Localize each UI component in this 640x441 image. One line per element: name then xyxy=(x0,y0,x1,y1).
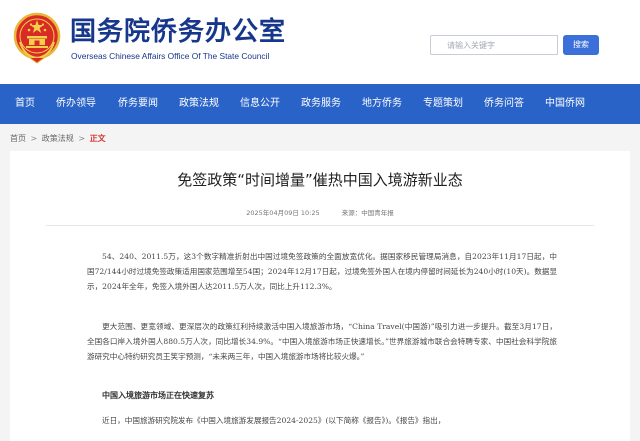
article-paragraph: 54、240、2011.5万，这3个数字精准折射出中国过境免签政策的全面放宽优化… xyxy=(87,249,557,294)
article-title: 免签政策“时间增量”催热中国入境游新业态 xyxy=(177,171,463,189)
article-date: 2025年04月09日 10:25 xyxy=(246,209,320,217)
search-button[interactable]: 搜索 xyxy=(563,35,599,55)
nav-item-services[interactable]: 政务服务 xyxy=(301,84,341,124)
paragraph-text: 近日，中国旅游研究院发布《中国入境旅游发展报告2024-2025》(以下简称《报… xyxy=(102,416,446,425)
article-container: 免签政策“时间增量”催热中国入境游新业态 2025年04月09日 10:25 来… xyxy=(10,151,630,441)
breadcrumb-section[interactable]: 政策法规 xyxy=(42,134,74,143)
title-divider xyxy=(46,225,594,226)
breadcrumb: 首页 > 政策法规 > 正文 xyxy=(10,133,106,145)
main-nav: 首页 侨办领导 侨务要闻 政策法规 信息公开 政务服务 地方侨务 专题策划 侨务… xyxy=(0,84,640,124)
breadcrumb-home[interactable]: 首页 xyxy=(10,134,26,143)
nav-item-info-disclosure[interactable]: 信息公开 xyxy=(240,84,280,124)
paragraph-text: 54、240、2011.5万，这3个数字精准折射出中国过境免签政策的全面放宽优化… xyxy=(87,252,557,291)
nav-item-home[interactable]: 首页 xyxy=(15,84,35,124)
breadcrumb-separator: > xyxy=(78,134,86,143)
breadcrumb-separator: > xyxy=(30,134,38,143)
site-name-english: Overseas Chinese Affairs Office Of The S… xyxy=(71,51,270,61)
nav-item-chinaqw[interactable]: 中国侨网 xyxy=(545,84,585,124)
article-meta: 2025年04月09日 10:25 来源：中国青年报 xyxy=(10,208,630,218)
article-subheading: 中国入境旅游市场正在快速复苏 xyxy=(102,391,214,400)
nav-item-news[interactable]: 侨务要闻 xyxy=(118,84,158,124)
article-paragraph: 更大范围、更宽领域、更深层次的政策红利持续激活中国入境旅游市场，“China T… xyxy=(87,319,557,364)
search-input[interactable] xyxy=(430,35,558,55)
site-header: 国务院侨务办公室 Overseas Chinese Affairs Office… xyxy=(0,0,640,84)
article-paragraph: 近日，中国旅游研究院发布《中国入境旅游发展报告2024-2025》(以下简称《报… xyxy=(87,413,557,428)
nav-item-qa[interactable]: 侨务问答 xyxy=(484,84,524,124)
breadcrumb-current: 正文 xyxy=(89,134,106,143)
article-source: 来源：中国青年报 xyxy=(341,209,394,217)
nav-item-special-topics[interactable]: 专题策划 xyxy=(423,84,463,124)
site-name-chinese[interactable]: 国务院侨务办公室 xyxy=(70,18,286,46)
national-emblem-icon[interactable] xyxy=(12,12,62,64)
nav-item-leaders[interactable]: 侨办领导 xyxy=(56,84,96,124)
nav-item-policies[interactable]: 政策法规 xyxy=(179,84,219,124)
nav-item-local-affairs[interactable]: 地方侨务 xyxy=(362,84,402,124)
paragraph-text: 更大范围、更宽领域、更深层次的政策红利持续激活中国入境旅游市场，“China T… xyxy=(87,322,557,361)
